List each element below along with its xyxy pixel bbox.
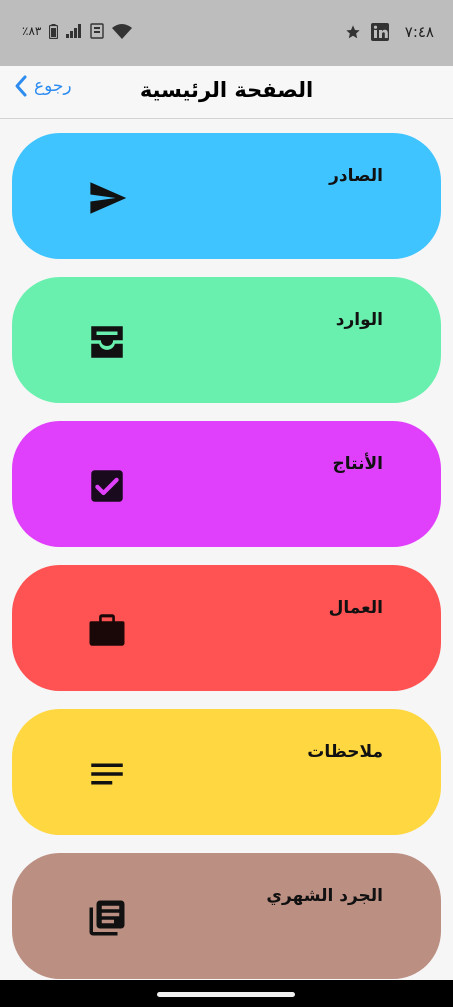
notes-icon bbox=[91, 763, 123, 785]
card-monthly-inventory[interactable]: الجرد الشهري bbox=[12, 853, 441, 979]
card-label: الجرد الشهري bbox=[266, 886, 383, 906]
wifi-icon bbox=[112, 23, 133, 39]
app-bar: رجوع الصفحة الرئيسية bbox=[0, 66, 453, 119]
card-label: ملاحظات bbox=[307, 742, 383, 762]
linkedin-icon bbox=[371, 23, 389, 41]
star-icon bbox=[346, 25, 360, 39]
status-right bbox=[345, 23, 389, 41]
card-notes[interactable]: ملاحظات bbox=[12, 709, 441, 835]
checkbox-icon bbox=[91, 470, 123, 502]
card-workers[interactable]: العمال bbox=[12, 565, 441, 691]
status-bar: ٪٨٣ ٧:٤٨ bbox=[0, 0, 453, 66]
send-icon bbox=[90, 182, 127, 214]
home-gesture-handle[interactable] bbox=[157, 992, 295, 997]
inbox-icon bbox=[91, 326, 123, 358]
library-books-icon bbox=[89, 900, 125, 936]
signal-icon bbox=[66, 24, 82, 38]
briefcase-icon bbox=[89, 614, 125, 646]
status-left: ٪٨٣ bbox=[22, 23, 133, 39]
system-navigation-bar bbox=[0, 980, 453, 1007]
card-production[interactable]: الأنتاج bbox=[12, 421, 441, 547]
card-label: الوارد bbox=[335, 310, 383, 330]
card-incoming[interactable]: الوارد bbox=[12, 277, 441, 403]
card-label: الصادر bbox=[329, 166, 383, 186]
card-label: العمال bbox=[328, 598, 383, 618]
menu-card-list: الصادر الوارد الأنتاج العمال ملاحظات الج… bbox=[12, 133, 441, 997]
battery-icon bbox=[49, 23, 59, 39]
status-time: ٧:٤٨ bbox=[404, 23, 434, 41]
page-title: الصفحة الرئيسية bbox=[139, 78, 314, 102]
card-label: الأنتاج bbox=[332, 454, 383, 474]
card-outgoing[interactable]: الصادر bbox=[12, 133, 441, 259]
battery-percent: ٪٨٣ bbox=[22, 24, 42, 38]
volte-icon bbox=[90, 23, 105, 39]
